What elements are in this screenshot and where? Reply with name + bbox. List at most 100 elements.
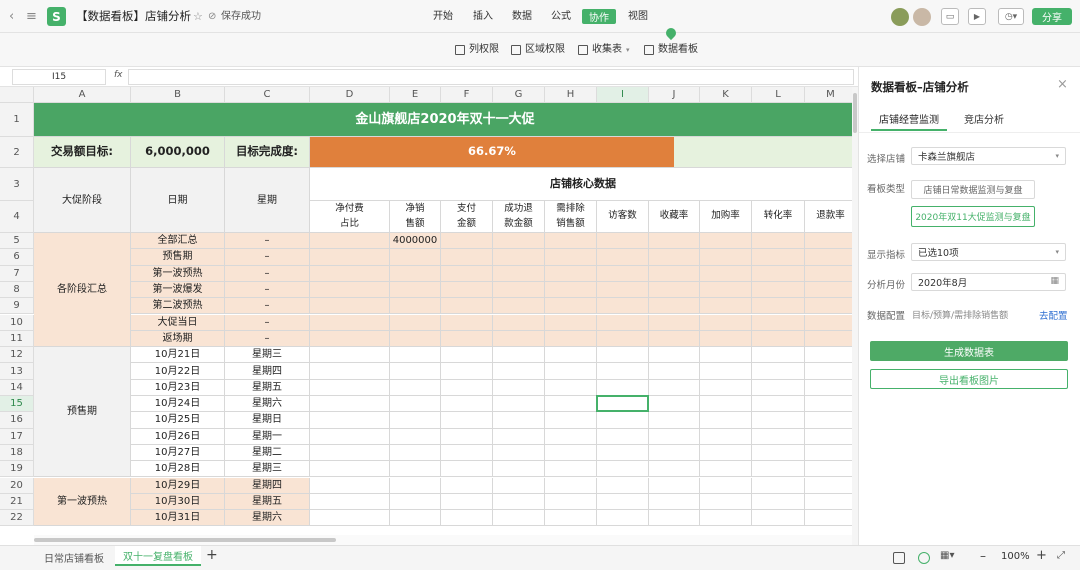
data-cell[interactable] — [700, 428, 752, 445]
metric-header[interactable]: 成功退 款金额 — [493, 201, 545, 233]
data-cell[interactable] — [805, 347, 852, 364]
collect-form-button[interactable]: 收集表 ▾ — [578, 33, 630, 67]
data-cell[interactable] — [649, 265, 700, 282]
metric-header[interactable]: 净付费 占比 — [310, 201, 390, 233]
data-cell[interactable] — [597, 379, 649, 396]
column-header-H[interactable]: H — [545, 87, 597, 103]
row-header[interactable]: 4 — [0, 201, 34, 233]
group-label[interactable]: 各阶段汇总 — [34, 233, 131, 348]
data-cell[interactable] — [597, 461, 649, 478]
data-cell[interactable] — [649, 461, 700, 478]
data-cell[interactable] — [545, 396, 597, 413]
date-cell[interactable]: 全部汇总 — [131, 233, 225, 250]
data-cell[interactable] — [441, 510, 493, 527]
config-link[interactable]: 去配置 — [1039, 308, 1068, 322]
data-cell[interactable] — [752, 330, 805, 348]
formula-input[interactable] — [128, 69, 854, 85]
data-cell[interactable] — [493, 347, 545, 364]
data-cell[interactable] — [805, 412, 852, 429]
data-cell[interactable] — [441, 233, 493, 250]
date-cell[interactable]: 第二波预热 — [131, 298, 225, 315]
app-logo-icon[interactable]: S — [47, 7, 66, 26]
metric-header[interactable]: 访客数 — [597, 201, 649, 233]
data-cell[interactable] — [649, 379, 700, 396]
data-cell[interactable] — [441, 396, 493, 413]
data-cell[interactable] — [390, 249, 441, 266]
data-cell[interactable] — [310, 249, 390, 266]
data-cell[interactable] — [649, 249, 700, 266]
data-cell[interactable] — [649, 477, 700, 494]
data-cell[interactable] — [752, 444, 805, 462]
data-cell[interactable] — [545, 265, 597, 282]
data-cell[interactable] — [310, 461, 390, 478]
menu-start[interactable]: 开始 — [433, 0, 453, 33]
data-cell[interactable] — [752, 510, 805, 527]
month-picker[interactable]: 2020年8月 ▦ — [911, 273, 1066, 291]
sheet-stats-icon[interactable] — [893, 552, 905, 564]
data-cell[interactable] — [805, 233, 852, 250]
weekday-cell[interactable]: – — [225, 265, 310, 282]
data-cell[interactable] — [700, 265, 752, 282]
data-cell[interactable] — [545, 347, 597, 364]
row-header[interactable]: 9 — [0, 298, 34, 315]
metric-select[interactable]: 已选10项 ▾ — [911, 243, 1066, 261]
weekday-cell[interactable]: – — [225, 314, 310, 331]
fullscreen-icon[interactable]: ⤢ — [1057, 550, 1065, 561]
data-cell[interactable] — [597, 493, 649, 511]
data-cell[interactable] — [441, 363, 493, 380]
date-cell[interactable]: 10月23日 — [131, 379, 225, 396]
data-cell[interactable] — [700, 493, 752, 511]
data-cell[interactable] — [545, 477, 597, 494]
data-cell[interactable] — [700, 363, 752, 380]
date-cell[interactable]: 第一波爆发 — [131, 281, 225, 299]
data-cell[interactable] — [805, 363, 852, 380]
date-cell[interactable]: 10月28日 — [131, 461, 225, 478]
data-cell[interactable] — [700, 347, 752, 364]
share-button[interactable]: 分享 — [1032, 8, 1072, 25]
group-label[interactable]: 预售期 — [34, 347, 131, 478]
comment-icon[interactable]: ▭ — [941, 8, 959, 25]
zoom-level[interactable]: 100% — [1001, 551, 1030, 562]
data-cell[interactable] — [310, 444, 390, 462]
date-cell[interactable]: 大促当日 — [131, 314, 225, 331]
data-cell[interactable] — [649, 428, 700, 445]
data-cell[interactable] — [649, 233, 700, 250]
column-header-B[interactable]: B — [131, 87, 225, 103]
data-cell[interactable] — [493, 412, 545, 429]
column-permission-button[interactable]: 列权限 — [455, 33, 499, 67]
data-cell[interactable] — [310, 314, 390, 331]
data-cell[interactable] — [390, 265, 441, 282]
data-cell[interactable] — [597, 314, 649, 331]
data-cell[interactable] — [597, 298, 649, 315]
avatar[interactable] — [913, 8, 931, 26]
data-cell[interactable] — [752, 477, 805, 494]
spreadsheet-grid[interactable]: A B C D E F G H I J K L M 1 2 3 4 5 6 7 8 9 10 11 12 13 14 15 16 17 18… — [0, 87, 852, 535]
data-cell[interactable] — [805, 249, 852, 266]
data-cell[interactable] — [752, 233, 805, 250]
data-cell[interactable] — [805, 494, 852, 511]
row-header[interactable]: 22 — [0, 510, 34, 527]
menu-collab[interactable]: 协作 — [582, 9, 616, 24]
weekday-cell[interactable]: 星期六 — [225, 396, 310, 413]
data-cell[interactable] — [545, 298, 597, 315]
weekday-cell[interactable]: – — [225, 298, 310, 315]
doc-title[interactable]: 【数据看板】店铺分析 — [76, 0, 191, 33]
data-cell[interactable] — [649, 330, 700, 348]
data-cell[interactable] — [752, 265, 805, 282]
present-icon[interactable]: ▶ — [968, 8, 986, 25]
menu-formula[interactable]: 公式 — [551, 0, 571, 33]
data-cell[interactable] — [597, 444, 649, 462]
back-icon[interactable]: ‹ — [9, 0, 14, 33]
data-cell[interactable] — [649, 510, 700, 527]
date-cell[interactable]: 10月31日 — [131, 510, 225, 527]
data-cell[interactable] — [441, 412, 493, 429]
metric-header[interactable]: 需排除 销售额 — [545, 201, 597, 233]
data-cell[interactable] — [441, 249, 493, 266]
weekday-cell[interactable]: 星期三 — [225, 347, 310, 364]
data-cell[interactable] — [545, 233, 597, 250]
data-cell[interactable] — [805, 510, 852, 527]
data-cell[interactable] — [700, 444, 752, 462]
data-cell[interactable] — [493, 493, 545, 511]
data-cell[interactable] — [390, 298, 441, 315]
range-permission-button[interactable]: 区域权限 — [511, 33, 565, 67]
